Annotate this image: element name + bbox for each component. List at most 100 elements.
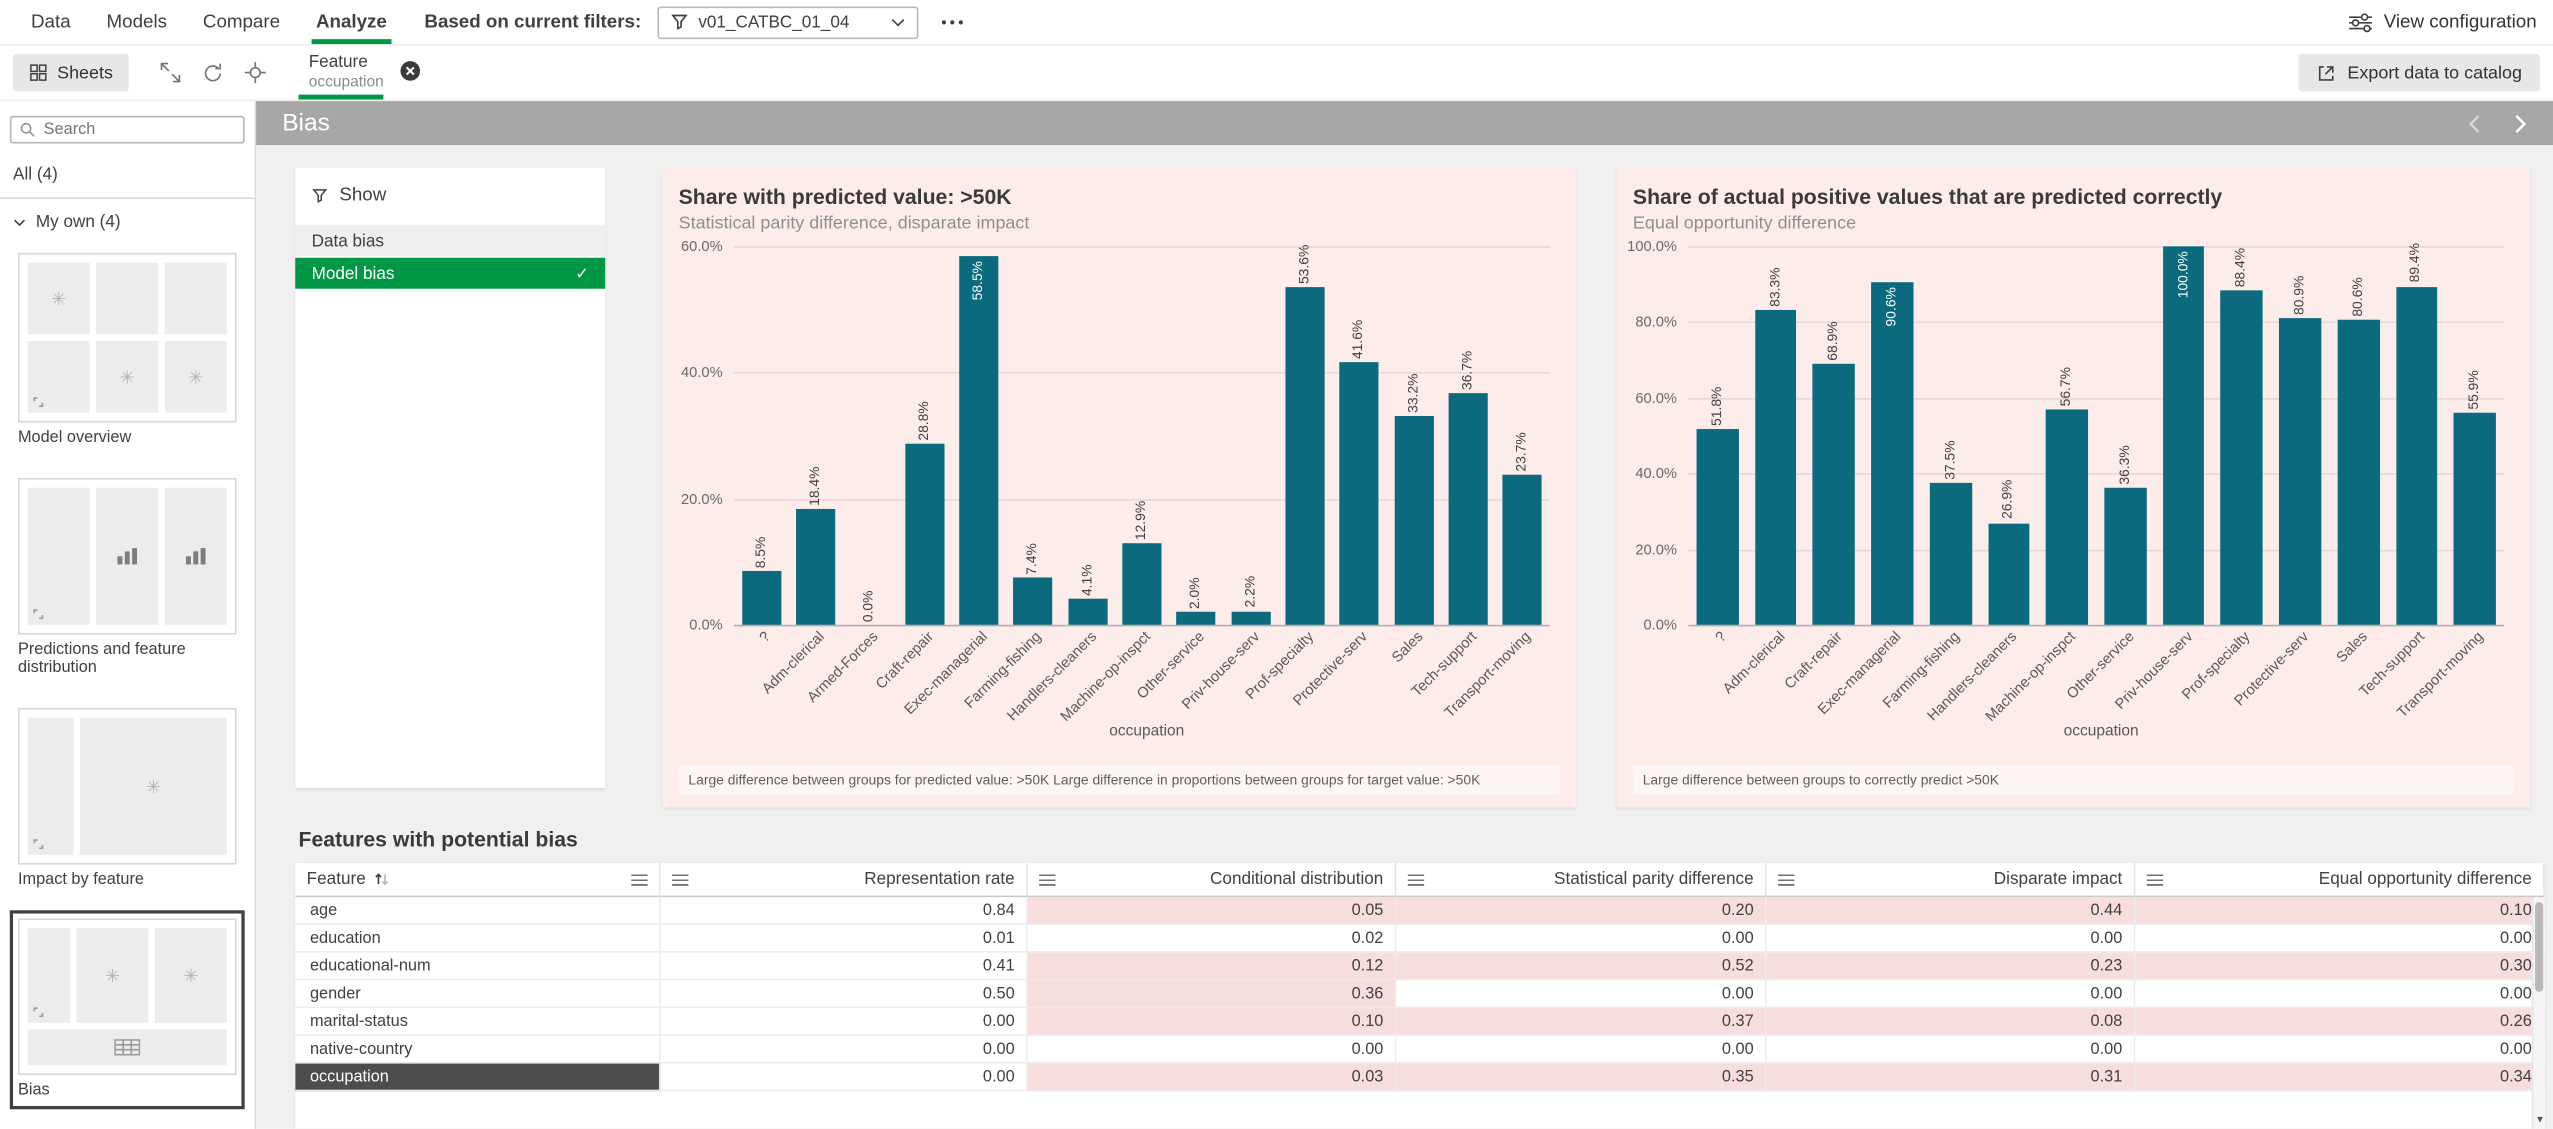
sheets-filter-all[interactable]: All (4) <box>10 161 245 197</box>
bar-Adm-clerical[interactable] <box>796 509 835 625</box>
chart-placeholder-icon <box>188 362 203 391</box>
export-data-button[interactable]: Export data to catalog <box>2298 54 2539 92</box>
scrollbar-down-arrow[interactable]: ▼ <box>2533 1116 2544 1126</box>
filter-dropdown[interactable]: v01_CATBC_01_04 <box>658 6 919 39</box>
bar-?[interactable] <box>1697 429 1739 625</box>
table-row-occupation[interactable]: occupation0.000.030.350.310.34 <box>295 1064 2545 1092</box>
column-menu-icon[interactable] <box>2147 874 2163 885</box>
feature-cell[interactable]: educational-num <box>295 953 660 981</box>
chart-placeholder-icon <box>146 771 161 800</box>
sheet-card-impact-by-feature[interactable]: Impact by feature <box>10 699 245 897</box>
bar-Handlers-cleaners[interactable] <box>1988 523 2030 625</box>
table-header: Feature Representation rateConditional di… <box>295 863 2545 897</box>
bar-Protective-serv[interactable] <box>1340 362 1379 624</box>
target-tool-icon[interactable] <box>237 55 273 91</box>
bar-Craft-repair[interactable] <box>905 443 944 625</box>
scrollbar-thumb[interactable] <box>2535 902 2543 992</box>
show-item-model-bias[interactable]: Model bias <box>295 258 605 289</box>
bar-Adm-clerical[interactable] <box>1755 310 1797 625</box>
column-header-statistical-parity-difference[interactable]: Statistical parity difference <box>1396 863 1766 897</box>
bar-Transport-moving[interactable] <box>1503 475 1542 624</box>
close-tab-icon[interactable] <box>400 60 421 81</box>
show-item-data-bias[interactable]: Data bias <box>295 225 605 256</box>
value-cell: 0.26 <box>2135 1008 2544 1036</box>
plot-area[interactable]: 51.8%83.3%68.9%90.6%37.5%26.9%56.7%36.3%… <box>1688 246 2504 624</box>
sheets-button[interactable]: Sheets <box>13 54 129 92</box>
bar-Prof-specialty[interactable] <box>2221 290 2263 625</box>
bar-Farming-fishing[interactable] <box>1014 578 1053 625</box>
feature-cell[interactable]: native-country <box>295 1036 660 1064</box>
bar-value-label: 4.1% <box>1078 564 1096 596</box>
group-my-own[interactable]: My own (4) <box>10 212 245 245</box>
refresh-icon[interactable] <box>195 55 231 91</box>
bar-Tech-support[interactable] <box>2396 286 2438 624</box>
toolbar: Sheets Feature occupation Expo <box>0 46 2553 101</box>
bar-Machine-op-inspct[interactable] <box>2046 410 2088 625</box>
object-corner-icon <box>33 1007 44 1018</box>
table-row-gender[interactable]: gender0.500.360.000.000.00 <box>295 980 2545 1008</box>
sheets-button-label: Sheets <box>57 63 113 83</box>
bar-Sales[interactable] <box>2337 320 2379 625</box>
tab-models[interactable]: Models <box>89 0 185 44</box>
bar-Handlers-cleaners[interactable] <box>1068 599 1107 625</box>
view-configuration-button[interactable]: View configuration <box>2349 12 2536 32</box>
bar-value-label: 80.6% <box>2349 277 2367 316</box>
sheet-card-predictions[interactable]: Predictions and feature distribution <box>10 469 245 686</box>
previous-sheet-icon[interactable] <box>2468 113 2481 133</box>
y-tick-label: 20.0% <box>681 490 723 506</box>
table-row-native-country[interactable]: native-country0.000.000.000.000.00 <box>295 1036 2545 1064</box>
bar-Priv-house-serv[interactable] <box>1231 611 1270 625</box>
bar-Tech-support[interactable] <box>1449 393 1488 624</box>
column-header-disparate-impact[interactable]: Disparate impact <box>1767 863 2136 897</box>
sheet-thumbnail <box>18 918 237 1075</box>
search-box[interactable] <box>10 116 245 144</box>
bar-Priv-house-serv[interactable] <box>2163 246 2205 624</box>
sheet-label: Impact by feature <box>18 870 237 889</box>
tab-compare[interactable]: Compare <box>185 0 298 44</box>
column-header-representation-rate[interactable]: Representation rate <box>661 863 1028 897</box>
column-header-equal-opportunity-difference[interactable]: Equal opportunity difference <box>2135 863 2544 897</box>
bar-Craft-repair[interactable] <box>1813 364 1855 625</box>
feature-cell[interactable]: gender <box>295 980 660 1008</box>
bar-Exec-managerial[interactable] <box>959 256 998 625</box>
search-input[interactable] <box>44 121 235 139</box>
column-menu-icon[interactable] <box>1039 874 1055 885</box>
plot-area[interactable]: 8.5%18.4%0.0%28.8%58.5%7.4%4.1%12.9%2.0%… <box>734 246 1550 624</box>
bar-Exec-managerial[interactable] <box>1871 282 1913 625</box>
tab-data[interactable]: Data <box>13 0 89 44</box>
bar-value-label: 68.9% <box>1824 321 1842 360</box>
bar-Other-service[interactable] <box>1177 612 1216 625</box>
sheet-card-model-overview[interactable]: Model overview <box>10 245 245 456</box>
next-sheet-icon[interactable] <box>2514 113 2527 133</box>
bar-Transport-moving[interactable] <box>2454 413 2496 625</box>
bar-Sales[interactable] <box>1394 415 1433 624</box>
table-row-marital-status[interactable]: marital-status0.000.100.370.080.26 <box>295 1008 2545 1036</box>
feature-cell[interactable]: age <box>295 897 660 925</box>
bar-Protective-serv[interactable] <box>2279 319 2321 625</box>
tab-analyze[interactable]: Analyze <box>298 0 405 44</box>
column-header-conditional-distribution[interactable]: Conditional distribution <box>1028 863 1397 897</box>
column-menu-icon[interactable] <box>1778 874 1794 885</box>
sheet-card-bias[interactable]: Bias <box>10 910 245 1108</box>
feature-tab[interactable]: Feature occupation <box>296 46 435 100</box>
feature-cell[interactable]: marital-status <box>295 1008 660 1036</box>
column-menu-icon[interactable] <box>672 874 688 885</box>
column-label: Feature <box>307 869 366 889</box>
table-row-age[interactable]: age0.840.050.200.440.10 <box>295 897 2545 925</box>
bar-Farming-fishing[interactable] <box>1930 483 1972 625</box>
table-row-educational-num[interactable]: educational-num0.410.120.520.230.30 <box>295 953 2545 981</box>
more-options-button[interactable]: ••• <box>941 14 966 30</box>
feature-cell[interactable]: education <box>295 925 660 953</box>
table-row-education[interactable]: education0.010.020.000.000.00 <box>295 925 2545 953</box>
column-menu-icon[interactable] <box>631 874 647 885</box>
bar-Other-service[interactable] <box>2104 487 2146 624</box>
bar-?[interactable] <box>742 571 781 625</box>
bar-Prof-specialty[interactable] <box>1285 287 1324 625</box>
table-scrollbar[interactable]: ▼ <box>2532 897 2545 1129</box>
column-menu-icon[interactable] <box>1408 874 1424 885</box>
fit-to-screen-icon[interactable] <box>152 55 188 91</box>
feature-cell[interactable]: occupation <box>295 1064 660 1092</box>
column-header-feature[interactable]: Feature <box>295 863 660 897</box>
bar-Machine-op-inspct[interactable] <box>1122 543 1161 624</box>
object-corner-icon <box>33 396 44 407</box>
